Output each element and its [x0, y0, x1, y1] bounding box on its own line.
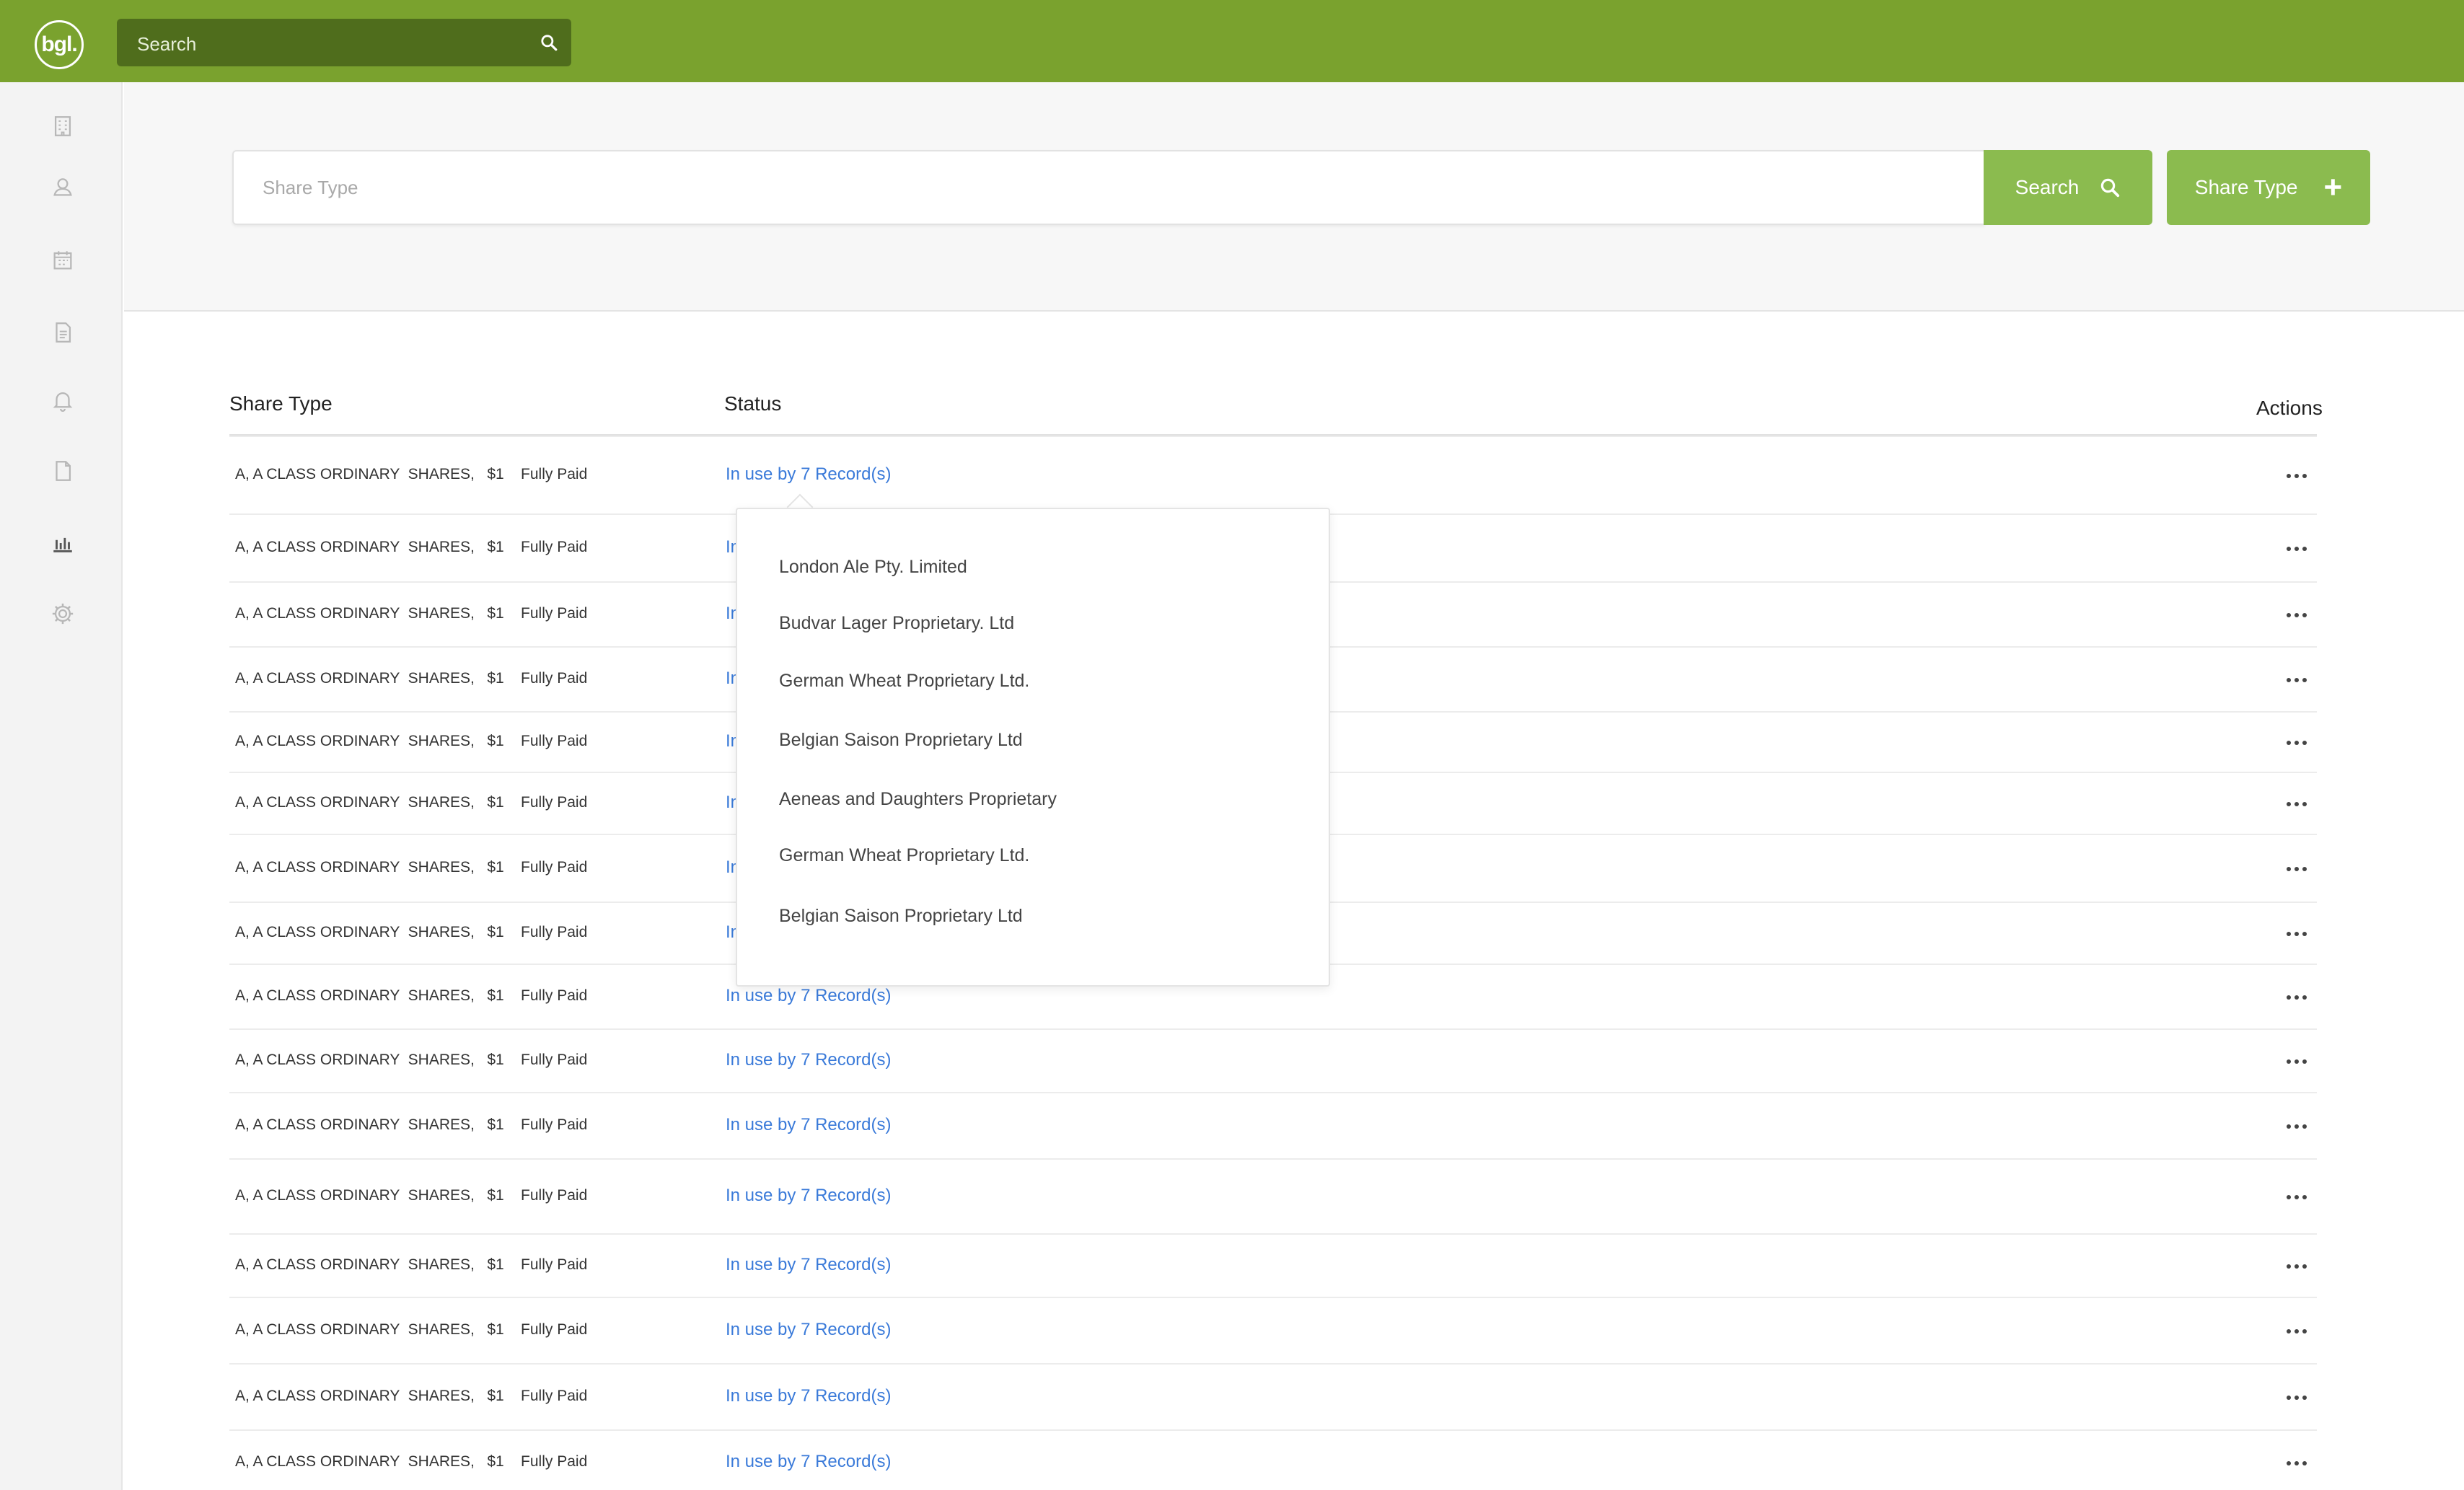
more-actions-icon[interactable] [2287, 1054, 2313, 1069]
status-link[interactable]: In use by 7 Record(s) [726, 1255, 891, 1275]
share-type-cell: A, A CLASS ORDINARY SHARES, $1 Fully Pai… [235, 859, 588, 876]
share-type-cell: A, A CLASS ORDINARY SHARES, $1 Fully Pai… [235, 1321, 588, 1338]
popover-item[interactable]: Belgian Saison Proprietary Ltd [779, 906, 1023, 927]
more-actions-icon[interactable] [2287, 1324, 2313, 1339]
bar-chart-icon[interactable] [50, 531, 75, 555]
popover-item[interactable]: German Wheat Proprietary Ltd. [779, 845, 1029, 866]
more-actions-icon[interactable] [2287, 608, 2313, 622]
share-type-cell: A, A CLASS ORDINARY SHARES, $1 Fully Pai… [235, 794, 588, 811]
popover-item[interactable]: German Wheat Proprietary Ltd. [779, 671, 1029, 692]
search-icon[interactable] [540, 33, 558, 52]
plus-icon: + [2323, 169, 2343, 205]
share-type-cell: A, A CLASS ORDINARY SHARES, $1 Fully Pai… [235, 1116, 588, 1133]
share-type-cell: A, A CLASS ORDINARY SHARES, $1 Fully Pai… [235, 466, 588, 482]
table-row: A, A CLASS ORDINARY SHARES, $1 Fully Pai… [229, 1158, 2317, 1233]
share-type-cell: A, A CLASS ORDINARY SHARES, $1 Fully Pai… [235, 987, 588, 1004]
more-actions-icon[interactable] [2287, 469, 2313, 483]
table-row: A, A CLASS ORDINARY SHARES, $1 Fully Pai… [229, 1363, 2317, 1429]
share-type-cell: A, A CLASS ORDINARY SHARES, $1 Fully Pai… [235, 1187, 588, 1204]
status-link[interactable]: In use by 7 Record(s) [726, 1186, 891, 1206]
status-link[interactable]: In use by 7 Record(s) [726, 464, 891, 485]
gear-icon[interactable] [50, 601, 75, 626]
search-button-label: Search [2015, 176, 2080, 198]
more-actions-icon[interactable] [2287, 990, 2313, 1005]
table-row: A, A CLASS ORDINARY SHARES, $1 Fully Pai… [229, 1233, 2317, 1297]
more-actions-icon[interactable] [2287, 1259, 2313, 1274]
share-type-cell: A, A CLASS ORDINARY SHARES, $1 Fully Pai… [235, 670, 588, 687]
building-icon[interactable] [50, 114, 75, 138]
share-type-cell: A, A CLASS ORDINARY SHARES, $1 Fully Pai… [235, 1256, 588, 1273]
more-actions-icon[interactable] [2287, 797, 2313, 811]
share-type-cell: A, A CLASS ORDINARY SHARES, $1 Fully Pai… [235, 924, 588, 940]
bell-icon[interactable] [50, 388, 75, 413]
status-link[interactable]: In use by 7 Record(s) [726, 1386, 891, 1406]
more-actions-icon[interactable] [2287, 1119, 2313, 1134]
share-type-cell: A, A CLASS ORDINARY SHARES, $1 Fully Pai… [235, 1453, 588, 1470]
popover-item[interactable]: Budvar Lager Proprietary. Ltd [779, 613, 1014, 634]
top-bar: bgl. Search [0, 0, 2464, 82]
status-link[interactable]: In use by 7 Record(s) [726, 1115, 891, 1135]
column-header-share-type: Share Type [229, 392, 333, 415]
sidebar [0, 82, 123, 1490]
add-share-type-label: Share Type [2194, 176, 2298, 198]
document-list-icon[interactable] [50, 320, 75, 345]
status-link[interactable]: In use by 7 Record(s) [726, 1452, 891, 1472]
status-link[interactable]: In use by 7 Record(s) [726, 1050, 891, 1070]
table-row: A, A CLASS ORDINARY SHARES, $1 Fully Pai… [229, 1429, 2317, 1490]
more-actions-icon[interactable] [2287, 736, 2313, 750]
search-button[interactable]: Search [1984, 150, 2152, 225]
records-popover: London Ale Pty. Limited Budvar Lager Pro… [736, 508, 1330, 987]
table-row: A, A CLASS ORDINARY SHARES, $1 Fully Pai… [229, 1297, 2317, 1363]
share-type-cell: A, A CLASS ORDINARY SHARES, $1 Fully Pai… [235, 1052, 588, 1068]
more-actions-icon[interactable] [2287, 673, 2313, 687]
popover-item[interactable]: Belgian Saison Proprietary Ltd [779, 730, 1023, 751]
more-actions-icon[interactable] [2287, 1190, 2313, 1204]
more-actions-icon[interactable] [2287, 542, 2313, 556]
file-icon[interactable] [50, 459, 75, 483]
status-link[interactable]: In use by 7 Record(s) [726, 1320, 891, 1340]
table-row: A, A CLASS ORDINARY SHARES, $1 Fully Pai… [229, 1092, 2317, 1158]
status-link[interactable]: In use by 7 Record(s) [726, 986, 891, 1006]
search-icon [2101, 178, 2120, 198]
more-actions-icon[interactable] [2287, 862, 2313, 876]
share-type-cell: A, A CLASS ORDINARY SHARES, $1 Fully Pai… [235, 605, 588, 622]
user-icon[interactable] [50, 175, 75, 199]
more-actions-icon[interactable] [2287, 927, 2313, 941]
global-search-input[interactable]: Search [117, 19, 571, 66]
bgl-logo[interactable]: bgl. [35, 20, 84, 69]
share-type-filter-input[interactable] [232, 150, 1985, 225]
popover-item[interactable]: Aeneas and Daughters Proprietary [779, 789, 1057, 810]
column-header-status: Status [724, 392, 782, 415]
share-type-cell: A, A CLASS ORDINARY SHARES, $1 Fully Pai… [235, 1388, 588, 1404]
more-actions-icon[interactable] [2287, 1456, 2313, 1471]
more-actions-icon[interactable] [2287, 1390, 2313, 1405]
popover-item[interactable]: London Ale Pty. Limited [779, 557, 967, 578]
share-type-cell: A, A CLASS ORDINARY SHARES, $1 Fully Pai… [235, 733, 588, 749]
share-type-cell: A, A CLASS ORDINARY SHARES, $1 Fully Pai… [235, 539, 588, 555]
calendar-icon[interactable] [50, 248, 75, 273]
column-header-actions: Actions [2256, 397, 2323, 419]
table-row: A, A CLASS ORDINARY SHARES, $1 Fully Pai… [229, 1028, 2317, 1092]
table-row: A, A CLASS ORDINARY SHARES, $1 Fully Pai… [229, 436, 2317, 513]
global-search-placeholder: Search [137, 33, 197, 55]
add-share-type-button[interactable]: Share Type + [2167, 150, 2370, 225]
